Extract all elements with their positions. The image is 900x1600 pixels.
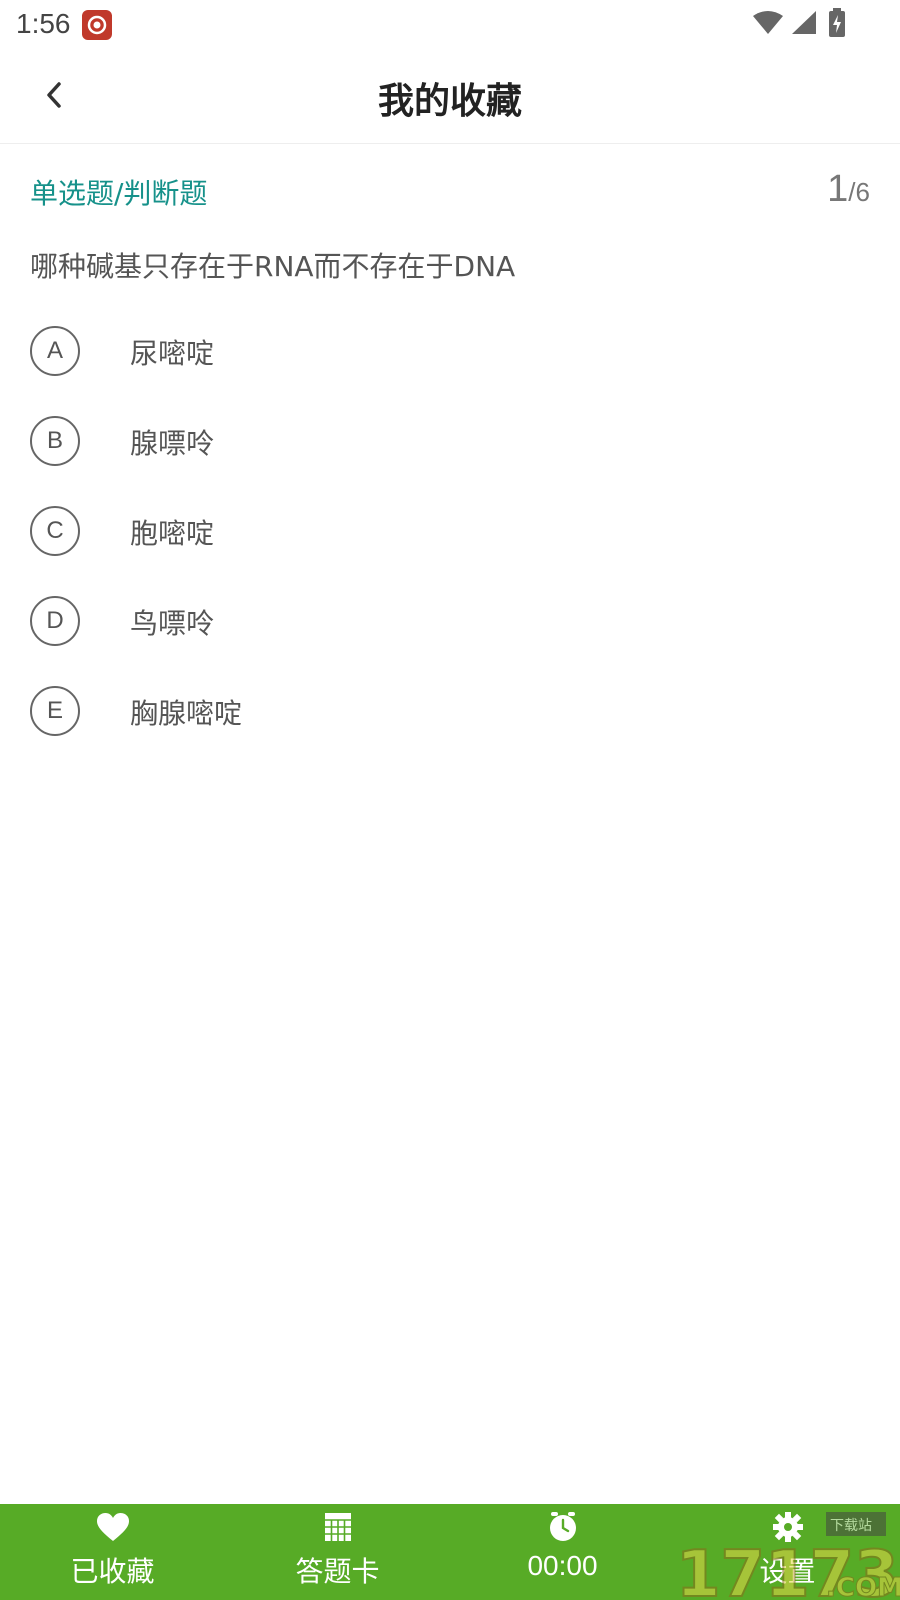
signal-icon xyxy=(790,10,818,40)
favorite-label: 已收藏 xyxy=(70,1555,155,1588)
status-time: 1:56 xyxy=(16,8,71,39)
grid-icon xyxy=(324,1513,351,1541)
counter-current: 1 xyxy=(827,168,849,210)
timer-label: 00:00 xyxy=(527,1550,598,1581)
option-letter-circle: B xyxy=(30,416,80,466)
option-d[interactable]: D 鸟嘌呤 xyxy=(0,588,900,678)
battery-icon xyxy=(828,8,846,42)
question-counter: 1/6 xyxy=(827,168,870,211)
option-b[interactable]: B 腺嘌呤 xyxy=(0,408,900,498)
app-notification-icon xyxy=(82,10,112,40)
favorite-button[interactable]: 已收藏 xyxy=(0,1504,225,1600)
option-letter-circle: C xyxy=(30,506,80,556)
answer-card-button[interactable]: 答题卡 xyxy=(225,1504,450,1600)
option-c[interactable]: C 胞嘧啶 xyxy=(0,498,900,588)
option-e[interactable]: E 胸腺嘧啶 xyxy=(0,678,900,768)
option-a[interactable]: A 尿嘧啶 xyxy=(0,318,900,408)
option-text: 鸟嘌呤 xyxy=(130,607,215,640)
question-type-label: 单选题/判断题 xyxy=(30,177,208,210)
page-title: 我的收藏 xyxy=(377,81,522,122)
option-text: 尿嘧啶 xyxy=(130,337,215,370)
options-list: A 尿嘧啶 B 腺嘌呤 C 胞嘧啶 D 鸟嘌呤 E 胸腺嘧啶 xyxy=(0,318,900,768)
answer-card-label: 答题卡 xyxy=(295,1555,380,1588)
status-bar: 1:56 xyxy=(0,0,900,48)
screen: 1:56 我的收藏 单选题/判断题 1/6 哪种碱基只存在于RNA而不存在于DN… xyxy=(0,0,900,1600)
wifi-icon xyxy=(752,10,784,40)
clock-icon xyxy=(549,1512,576,1541)
option-text: 胸腺嘧啶 xyxy=(130,697,243,730)
option-letter-circle: A xyxy=(30,326,80,376)
option-text: 腺嘌呤 xyxy=(130,427,215,460)
heart-icon xyxy=(96,1513,129,1541)
bottom-toolbar: 已收藏 答题卡 00:00 设置 xyxy=(0,1504,900,1600)
question-text: 哪种碱基只存在于RNA而不存在于DNA xyxy=(30,250,516,283)
timer-button[interactable]: 00:00 xyxy=(450,1504,675,1600)
gear-icon xyxy=(772,1512,803,1542)
settings-button[interactable]: 设置 xyxy=(675,1504,900,1600)
app-header: 我的收藏 xyxy=(0,48,900,144)
option-letter-circle: D xyxy=(30,596,80,646)
option-letter-circle: E xyxy=(30,686,80,736)
counter-total: 6 xyxy=(855,177,870,207)
counter-separator: / xyxy=(848,177,856,207)
settings-label: 设置 xyxy=(759,1555,816,1588)
option-text: 胞嘧啶 xyxy=(130,517,215,550)
